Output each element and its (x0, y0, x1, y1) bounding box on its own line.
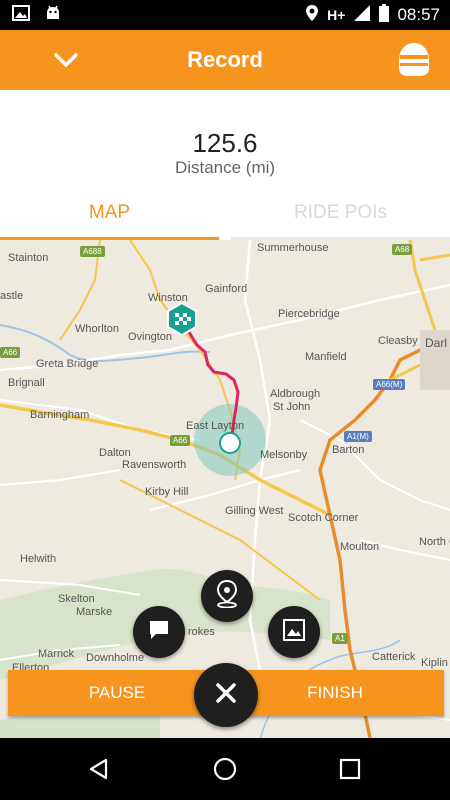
add-photo-button[interactable] (268, 606, 320, 658)
back-nav-icon[interactable] (82, 752, 116, 786)
road-label: A66 (170, 435, 191, 446)
place-label: Marske (76, 606, 113, 618)
road-label: A1 (332, 633, 348, 644)
recents-nav-icon[interactable] (333, 752, 367, 786)
place-label: Skelton (58, 593, 95, 605)
place-label: Dalton (99, 447, 131, 459)
place-label: Gilling West (225, 505, 284, 517)
place-label: North C (419, 536, 450, 548)
road-label: A68 (392, 244, 413, 255)
place-label: Melsonby (260, 449, 308, 461)
road-label: A1(M) (344, 431, 372, 442)
place-label: Cleasby (378, 335, 418, 347)
place-label: Barton (332, 444, 365, 456)
home-nav-icon[interactable] (208, 752, 242, 786)
close-icon (215, 682, 237, 709)
tab-ride-pois[interactable]: RIDE POIs (231, 188, 450, 240)
place-label: Helwith (20, 553, 57, 565)
place-label: Catterick (372, 651, 416, 663)
place-label: Manfield (305, 351, 347, 363)
status-bar: H+ 08:57 (0, 0, 450, 30)
place-label: Downholme (86, 652, 145, 664)
android-icon (44, 4, 62, 27)
system-nav-bar (0, 738, 450, 800)
place-label: Gainford (205, 283, 248, 295)
place-label: Barningham (30, 409, 90, 421)
clock: 08:57 (397, 5, 440, 24)
place-label: Stainton (8, 252, 49, 264)
place-label: Piercebridge (278, 308, 340, 320)
signal-icon (353, 4, 371, 27)
distance-stat: 125.6 Distance (mi) (0, 90, 450, 188)
place-label: Moulton (340, 541, 380, 553)
record-screen: H+ 08:57 Record 125.6 Distance (mi) MAP … (0, 0, 450, 800)
tab-bar: MAP RIDE POIs (0, 188, 450, 240)
place-label: Summerhouse (257, 242, 329, 254)
road-label: A688 (80, 246, 105, 257)
place-label: Scotch Corner (288, 512, 359, 524)
place-label: Whorlton (75, 323, 120, 335)
helmet-icon[interactable] (394, 39, 434, 81)
add-poi-button[interactable] (201, 570, 253, 622)
place-label: Ravensworth (122, 459, 187, 471)
place-label: East Layton (186, 420, 245, 432)
place-label: rokes (188, 626, 215, 638)
place-label: Ovington (128, 331, 173, 343)
road-label: A66(M) (373, 379, 406, 390)
place-label: Winston (148, 292, 188, 304)
comment-icon (148, 619, 170, 646)
place-label: Aldbrough (270, 388, 321, 400)
location-icon (305, 4, 319, 27)
place-label: Kirby Hill (145, 486, 189, 498)
distance-label: Distance (mi) (174, 158, 276, 177)
location-dot-icon (219, 432, 241, 454)
place-label: Greta Bridge (36, 358, 99, 370)
finish-button[interactable]: FINISH (226, 670, 444, 716)
gallery-icon (12, 4, 30, 27)
road-label: A66 (0, 347, 21, 358)
place-label: Brignall (8, 377, 45, 389)
network-type: H+ (327, 7, 346, 23)
photo-icon (283, 618, 305, 646)
place-label: Kiplin (421, 657, 448, 669)
close-menu-button[interactable] (194, 663, 258, 727)
page-title: Record (187, 47, 263, 72)
place-label: astle (0, 290, 24, 302)
app-bar: Record (0, 30, 450, 90)
tab-map[interactable]: MAP (0, 188, 219, 240)
place-label: St John (273, 401, 311, 413)
place-label: Darl (425, 336, 448, 350)
distance-value: 125.6 (192, 128, 258, 158)
place-label: Marrick (38, 648, 75, 660)
map-pin-icon (215, 579, 239, 613)
add-comment-button[interactable] (133, 606, 185, 658)
battery-icon (379, 3, 390, 27)
